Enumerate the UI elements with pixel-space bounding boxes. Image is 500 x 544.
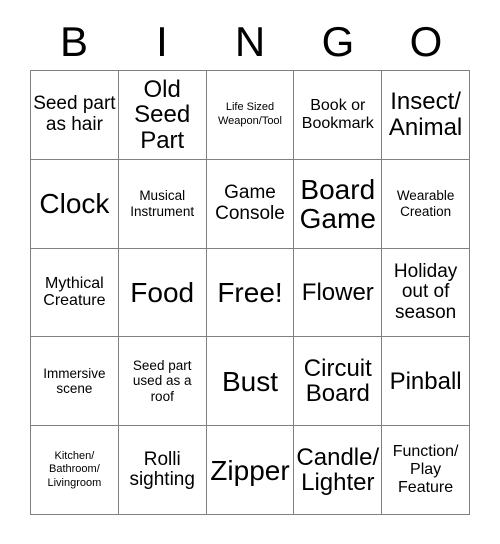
bingo-cell-label: Candle/ Lighter [296,443,380,497]
bingo-cell[interactable]: Game Console [206,159,295,249]
bingo-cell-label: Seed part used as a roof [132,357,192,405]
bingo-cell[interactable]: Old Seed Part [118,71,207,160]
bingo-cell[interactable]: Zipper [206,426,295,515]
bingo-cell[interactable]: Kitchen/ Bathroom/ Livingroom [31,426,119,515]
bingo-cell[interactable]: Holiday out of season [382,248,470,338]
bingo-cell-label: Rolli sighting [129,448,195,491]
bingo-cell-label: Wearable Creation [396,188,455,219]
bingo-cell[interactable]: Seed part as hair [31,71,119,160]
bingo-cell-label: Zipper [210,454,290,486]
bingo-cell-label: Clock [39,188,110,220]
bingo-cell-label: Bust [221,365,278,397]
bingo-cell[interactable]: Wearable Creation [382,159,470,249]
bingo-cell-label: Circuit Board [303,354,372,408]
bingo-cell[interactable]: Circuit Board [294,337,383,427]
bingo-cell[interactable]: Musical Instrument [118,159,207,249]
header-letter-g: G [321,18,355,65]
bingo-cell[interactable]: Seed part used as a roof [118,337,207,427]
header-letter-i: I [156,18,168,65]
bingo-cell-label: Book or Bookmark [301,96,374,132]
bingo-cell-free[interactable]: Free! [206,248,295,338]
bingo-cell-label: Game Console [215,182,285,224]
bingo-cell-label: Free! [217,276,283,308]
bingo-cell-label: Immersive scene [43,365,106,397]
bingo-cell-label: Pinball [389,367,462,395]
bingo-cell[interactable]: Book or Bookmark [294,71,383,160]
bingo-cell-label: Food [130,276,195,308]
bingo-cell-label: Life Sized Weapon/Tool [217,101,282,127]
bingo-cell[interactable]: Rolli sighting [118,426,207,515]
bingo-header: B I N G O [30,14,470,70]
bingo-cell-label: Seed part as hair [33,93,116,135]
header-letter-b: B [59,18,88,65]
bingo-cell[interactable]: Food [118,248,207,338]
bingo-cell-label: Function/ Play Feature [392,443,459,497]
bingo-cell[interactable]: Board Game [294,159,383,249]
header-letter-o: O [409,18,443,65]
bingo-cell[interactable]: Pinball [382,337,470,427]
bingo-cell-label: Kitchen/ Bathroom/ Livingroom [47,449,102,489]
bingo-cell[interactable]: Life Sized Weapon/Tool [206,71,295,160]
bingo-cell[interactable]: Function/ Play Feature [382,426,470,515]
bingo-cell[interactable]: Flower [294,248,383,338]
bingo-cell[interactable]: Clock [31,159,119,249]
bingo-cell[interactable]: Bust [206,337,295,427]
bingo-cell-label: Board Game [299,173,376,234]
header-letter-n: N [234,18,266,65]
bingo-cell-label: Musical Instrument [130,188,195,219]
bingo-card: B I N G O Seed part as hair Old Seed Part… [0,0,500,544]
bingo-grid: Seed part as hair Old Seed Part Life Sized… [30,70,470,515]
bingo-cell-label: Holiday out of season [393,260,458,323]
bingo-cell-label: Flower [301,278,374,306]
bingo-cell[interactable]: Immersive scene [31,337,119,427]
bingo-cell-label: Mythical Creature [43,274,106,310]
bingo-cell[interactable]: Mythical Creature [31,248,119,338]
bingo-cell-label: Insect/ Animal [388,88,463,141]
bingo-cell-label: Old Seed Part [134,75,191,154]
bingo-cell[interactable]: Candle/ Lighter [294,426,383,515]
bingo-cell[interactable]: Insect/ Animal [382,71,470,160]
